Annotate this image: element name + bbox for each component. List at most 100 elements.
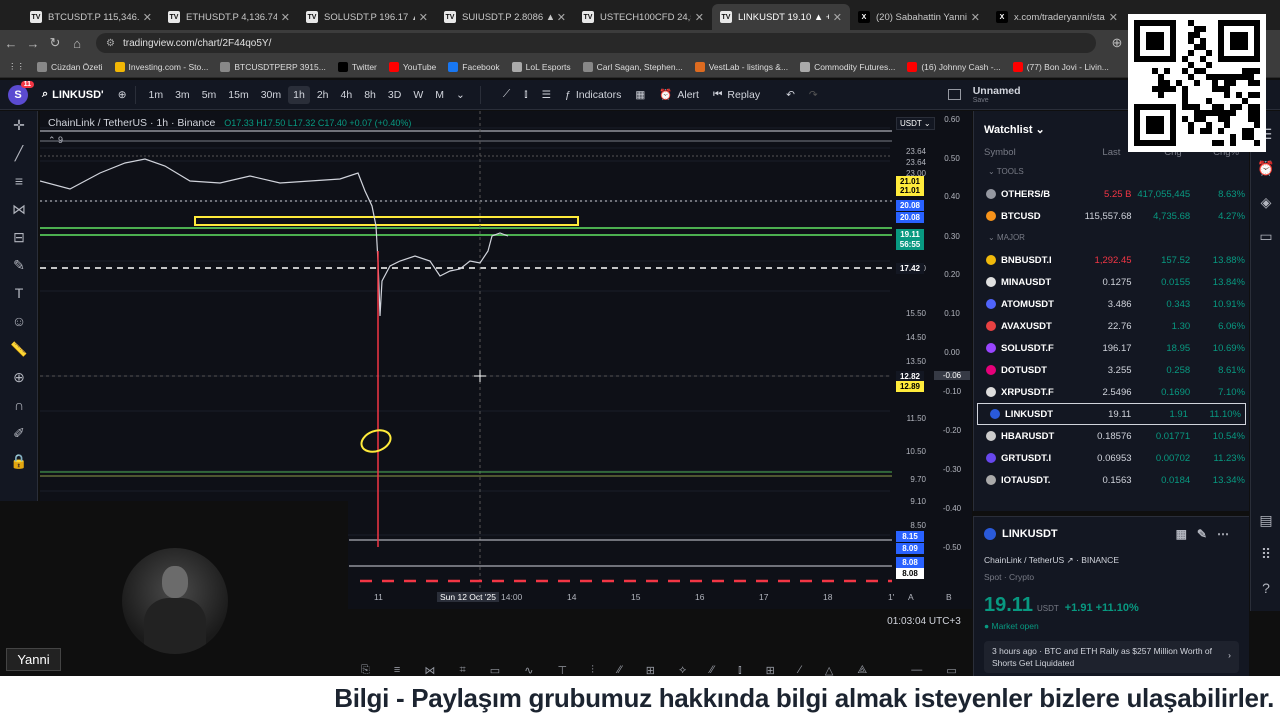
browser-tab[interactable]: Xx.com/traderyanni/status ✕ — [988, 4, 1126, 30]
fib-icon[interactable]: ≡ — [0, 167, 38, 195]
magnet-icon[interactable]: ∩ — [0, 391, 38, 419]
zoom-icon[interactable]: ⊕ — [1106, 35, 1128, 51]
tool-icon[interactable]: ⟡ — [679, 664, 686, 677]
layout-name-button[interactable]: Unnamed Save — [973, 85, 1021, 104]
close-icon[interactable]: ✕ — [419, 11, 428, 24]
bookmark-item[interactable]: BTCUSDTPERP 3915... — [220, 61, 326, 72]
bars-icon[interactable]: ☰ — [542, 89, 551, 101]
symbol-search[interactable]: LINKUSD' — [52, 89, 104, 101]
watchlist-row[interactable]: AVAXUSDT 22.76 1.30 6.06% — [974, 315, 1249, 337]
watchlist-section[interactable]: ⌄ MAJOR — [974, 227, 1249, 249]
watchlist-row[interactable]: GRTUSDT.I 0.06953 0.00702 11.23% — [974, 447, 1249, 469]
user-avatar[interactable]: S 11 — [8, 80, 34, 105]
tool-icon[interactable]: ⁄ — [799, 664, 801, 676]
bookmark-item[interactable]: (16) Johnny Cash -... — [907, 61, 1001, 72]
scale-toggle[interactable]: B — [946, 592, 952, 602]
close-icon[interactable]: ✕ — [143, 11, 152, 24]
bookmark-item[interactable]: Commodity Futures... — [800, 61, 895, 72]
maximize-icon[interactable]: ▭ — [946, 664, 956, 677]
bookmark-item[interactable]: Cüzdan Özeti — [37, 61, 103, 72]
tool-icon[interactable]: ⁄⁄ — [618, 664, 622, 676]
timeframe-M[interactable]: M — [430, 86, 449, 104]
bookmark-item[interactable]: (77) Bon Jovi - Livin... — [1012, 61, 1109, 72]
tool-icon[interactable]: ⫶ — [591, 664, 594, 677]
tool-icon[interactable]: ⌗ — [459, 664, 465, 677]
tool-icon[interactable]: ⊤ — [557, 664, 567, 677]
home-icon[interactable]: ⌂ — [66, 36, 88, 51]
indicators-button[interactable]: ƒ Indicators — [565, 89, 621, 101]
timeframe-4h[interactable]: 4h — [336, 86, 358, 104]
calendar-icon[interactable]: ▤ — [1251, 503, 1280, 537]
tool-icon[interactable]: ⎘ — [361, 664, 370, 677]
close-icon[interactable]: ✕ — [281, 11, 290, 24]
reload-icon[interactable]: ↻ — [44, 35, 66, 51]
replay-button[interactable]: ⏮ Replay — [713, 88, 760, 101]
brush-icon[interactable]: ✎ — [0, 251, 38, 279]
bookmark-item[interactable]: LoL Esports — [511, 61, 571, 72]
browser-tab[interactable]: X (20) Sabahattin Yanni no ✕ — [850, 4, 988, 30]
watchlist-row[interactable]: OTHERS/B 5.25 B 417,055,445 8.63% — [974, 183, 1249, 205]
timeframe-W[interactable]: W — [408, 86, 428, 104]
timeframe-5m[interactable]: 5m — [197, 86, 222, 104]
trendline-icon[interactable]: ╱ — [0, 139, 38, 167]
compare-add-icon[interactable]: ⊕ — [118, 89, 127, 101]
currency-selector[interactable]: USDT ⌄ — [896, 117, 935, 130]
url-field[interactable]: ⚙ tradingview.com/chart/2F44qo5Y/ — [96, 33, 1096, 53]
layout-icon[interactable] — [947, 89, 961, 100]
search-icon[interactable]: ⌕ — [42, 88, 48, 101]
candles-icon[interactable]: ⫾ — [524, 88, 527, 101]
bookmark-item[interactable]: VestLab - listings &... — [694, 61, 788, 72]
ruler-icon[interactable]: 📏 — [0, 335, 38, 363]
forward-icon[interactable]: → — [22, 36, 44, 51]
alerts-icon[interactable]: ⏰ — [1251, 151, 1280, 185]
pattern-icon[interactable]: ⋈ — [0, 195, 38, 223]
alert-button[interactable]: ⏰ Alert — [659, 88, 699, 102]
watchlist-row[interactable]: ATOMUSDT 3.486 0.343 10.91% — [974, 293, 1249, 315]
indicator-toggle[interactable]: ⌃ 9 — [48, 135, 63, 146]
tool-icon[interactable]: ⟁ — [857, 664, 867, 677]
back-icon[interactable]: ← — [0, 36, 22, 51]
tool-icon[interactable]: ⊞ — [766, 664, 775, 677]
tool-icon[interactable]: ⋈ — [424, 664, 435, 677]
watchlist-section[interactable]: ⌄ TOOLS — [974, 161, 1249, 183]
close-icon[interactable]: ✕ — [1109, 11, 1118, 24]
tool-icon[interactable]: ⁄⁄ — [710, 664, 714, 676]
timeframe-1h[interactable]: 1h — [288, 85, 310, 104]
utc-clock[interactable]: 01:03:04 UTC+3 — [876, 612, 972, 632]
tool-icon[interactable]: ≡ — [394, 664, 400, 676]
help-icon[interactable]: ? — [1251, 571, 1280, 605]
timeframe-30m[interactable]: 30m — [256, 86, 286, 104]
zoom-in-icon[interactable]: ⊕ — [0, 363, 38, 391]
column-header[interactable]: Symbol — [984, 147, 1063, 158]
watchlist-row[interactable]: BNBUSDT.I 1,292.45 157.52 13.88% — [974, 249, 1249, 271]
apps-grid-icon[interactable]: ⠿ — [1251, 537, 1280, 571]
bookmark-item[interactable]: Twitter — [337, 61, 377, 72]
redo-icon[interactable]: ↷ — [809, 89, 818, 101]
timeframe-15m[interactable]: 15m — [223, 86, 253, 104]
browser-tab[interactable]: TV SOLUSDT.P 196.17 ▲ +10 ✕ — [298, 4, 436, 30]
chart-canvas[interactable] — [40, 111, 972, 609]
tool-icon[interactable]: ⫾ — [738, 664, 742, 677]
lock-icon[interactable]: 🔒 — [0, 447, 38, 475]
watchlist-row[interactable]: HBARUSDT 0.18576 0.01771 10.54% — [974, 425, 1249, 447]
timeframe-3m[interactable]: 3m — [170, 86, 195, 104]
text-icon[interactable]: T — [0, 279, 38, 307]
watchlist-row[interactable]: LINKUSDT 19.11 1.91 11.10% — [977, 403, 1246, 425]
browser-tab[interactable]: TV LINKUSDT 19.10 ▲ +11.0 ✕ — [712, 4, 850, 30]
close-icon[interactable]: ✕ — [833, 11, 842, 24]
watchlist-row[interactable]: IOTAUSDT. 0.1563 0.0184 13.34% — [974, 469, 1249, 491]
bookmark-item[interactable]: Facebook — [448, 61, 500, 72]
timeframe-3D[interactable]: 3D — [383, 86, 406, 104]
undo-icon[interactable]: ↶ — [786, 89, 795, 101]
price-chart[interactable]: ChainLink / TetherUS · 1h · Binance O17.… — [40, 111, 972, 609]
timeframe-1m[interactable]: 1m — [144, 86, 169, 104]
watchlist-row[interactable]: BTCUSD 115,557.68 4,735.68 4.27% — [974, 205, 1249, 227]
bookmark-item[interactable]: YouTube — [388, 61, 436, 72]
site-info-icon[interactable]: ⚙ — [106, 38, 115, 49]
close-icon[interactable]: ✕ — [971, 11, 980, 24]
watchlist-row[interactable]: XRPUSDT.F 2.5496 0.1690 7.10% — [974, 381, 1249, 403]
bookmark-item[interactable]: Carl Sagan, Stephen... — [582, 61, 683, 72]
minimize-icon[interactable]: — — [911, 664, 922, 676]
watchlist-row[interactable]: SOLUSDT.F 196.17 18.95 10.69% — [974, 337, 1249, 359]
projection-icon[interactable]: ⊟ — [0, 223, 38, 251]
